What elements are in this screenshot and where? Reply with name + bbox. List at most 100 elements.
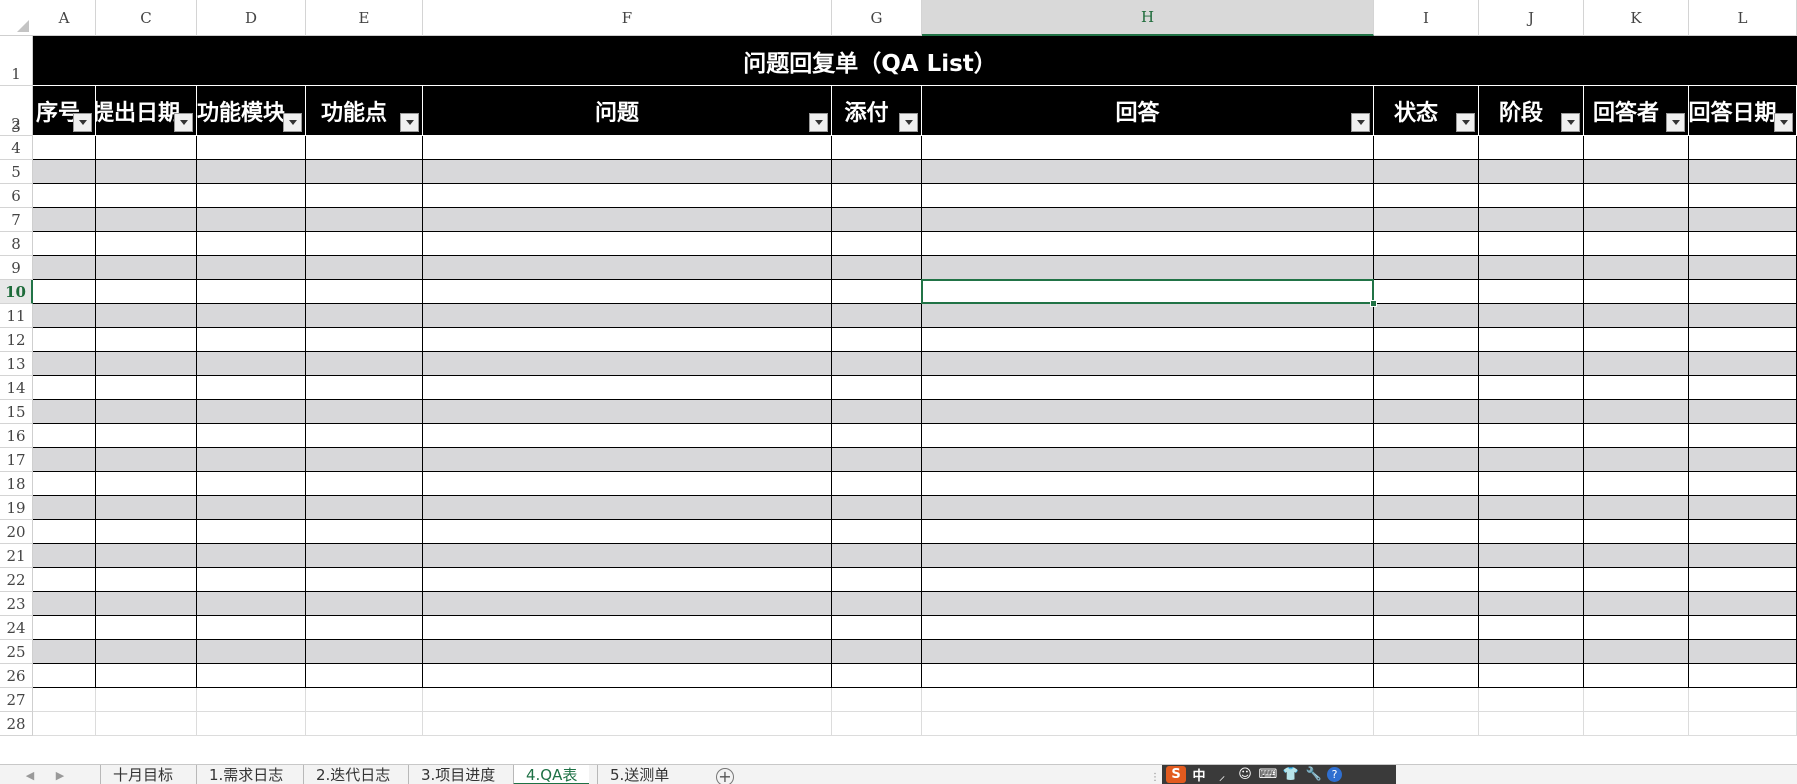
grid-cell[interactable]	[197, 616, 306, 640]
column-header-g[interactable]: G	[832, 0, 922, 36]
grid-cell[interactable]	[922, 688, 1374, 712]
next-sheet-arrow-icon[interactable]: ▶	[52, 767, 68, 783]
grid-cell[interactable]	[922, 256, 1374, 280]
grid-cell[interactable]	[197, 280, 306, 304]
grid-cell[interactable]	[96, 664, 197, 688]
header-cell[interactable]: 回答日期	[1689, 86, 1797, 135]
row-header-14[interactable]: 14	[0, 376, 33, 400]
grid-cell[interactable]	[1374, 208, 1479, 232]
row-header-23[interactable]: 23	[0, 592, 33, 616]
column-header-i[interactable]: I	[1374, 0, 1479, 36]
row-header-22[interactable]: 22	[0, 568, 33, 592]
grid-cell[interactable]	[832, 448, 922, 472]
scroll-split-handle[interactable]: ⋮	[1150, 772, 1160, 783]
grid-cell[interactable]	[1689, 616, 1797, 640]
grid-cell[interactable]	[832, 304, 922, 328]
grid-cell[interactable]	[96, 496, 197, 520]
grid-cell[interactable]	[33, 496, 96, 520]
header-cell[interactable]: 添付	[832, 86, 922, 135]
grid-cell[interactable]	[96, 520, 197, 544]
tools-icon[interactable]: 🔧	[1304, 766, 1324, 783]
grid-cell[interactable]	[423, 640, 832, 664]
row-header-28[interactable]: 28	[0, 712, 33, 736]
emoji-icon[interactable]: ☺	[1235, 766, 1255, 783]
column-header-f[interactable]: F	[423, 0, 832, 36]
filter-dropdown-icon[interactable]	[283, 113, 302, 132]
sheet-tab[interactable]: 2.迭代日志	[303, 765, 402, 784]
grid-cell[interactable]	[922, 616, 1374, 640]
grid-cell[interactable]	[306, 376, 423, 400]
grid-cell[interactable]	[1479, 592, 1584, 616]
grid-cell[interactable]	[922, 712, 1374, 736]
grid-cell[interactable]	[1584, 496, 1689, 520]
grid-cell[interactable]	[33, 304, 96, 328]
grid-cell[interactable]	[922, 136, 1374, 160]
row-header-27[interactable]: 27	[0, 688, 33, 712]
grid-cell[interactable]	[1584, 616, 1689, 640]
grid-cell[interactable]	[922, 544, 1374, 568]
grid-cell[interactable]	[197, 328, 306, 352]
grid-cell[interactable]	[96, 160, 197, 184]
sheet-tab[interactable]: 5.送测单	[597, 765, 681, 784]
grid-cell[interactable]	[423, 520, 832, 544]
sheet-tab[interactable]: 4.QA表	[513, 765, 590, 784]
row-header-12[interactable]: 12	[0, 328, 33, 352]
grid-cell[interactable]	[1374, 304, 1479, 328]
grid-cell[interactable]	[1689, 544, 1797, 568]
grid-cell[interactable]	[1689, 688, 1797, 712]
grid-cell[interactable]	[832, 640, 922, 664]
grid-cell[interactable]	[1374, 616, 1479, 640]
grid-cell[interactable]	[1689, 400, 1797, 424]
grid-cell[interactable]	[1584, 448, 1689, 472]
grid-cell[interactable]	[1584, 280, 1689, 304]
grid-cell[interactable]	[423, 280, 832, 304]
grid-cell[interactable]	[96, 568, 197, 592]
grid-cell[interactable]	[33, 520, 96, 544]
grid-cell[interactable]	[96, 472, 197, 496]
grid-cell[interactable]	[1374, 712, 1479, 736]
grid-cell[interactable]	[197, 544, 306, 568]
grid-cell[interactable]	[922, 448, 1374, 472]
grid-cell[interactable]	[922, 520, 1374, 544]
grid-cell[interactable]	[96, 448, 197, 472]
grid-cell[interactable]	[1584, 568, 1689, 592]
grid-cell[interactable]	[1584, 400, 1689, 424]
grid-cell[interactable]	[96, 592, 197, 616]
grid-cell[interactable]	[423, 568, 832, 592]
grid-cell[interactable]	[1689, 280, 1797, 304]
skin-icon[interactable]: 👕	[1281, 766, 1301, 783]
column-header-d[interactable]: D	[197, 0, 306, 36]
grid-cell[interactable]	[1479, 376, 1584, 400]
filter-dropdown-icon[interactable]	[1666, 113, 1685, 132]
grid-cell[interactable]	[306, 184, 423, 208]
grid-cell[interactable]	[306, 304, 423, 328]
grid-cell[interactable]	[1584, 160, 1689, 184]
grid-cell[interactable]	[832, 400, 922, 424]
filter-dropdown-icon[interactable]	[174, 113, 193, 132]
select-all-corner[interactable]	[0, 0, 33, 36]
row-header-25[interactable]: 25	[0, 640, 33, 664]
grid-cell[interactable]	[1689, 208, 1797, 232]
help-icon[interactable]: ?	[1327, 767, 1342, 782]
grid-cell[interactable]	[423, 232, 832, 256]
header-cell[interactable]: 状态	[1374, 86, 1479, 135]
grid-cell[interactable]	[33, 616, 96, 640]
grid-cell[interactable]	[1479, 328, 1584, 352]
grid-cell[interactable]	[922, 232, 1374, 256]
grid-cell[interactable]	[1374, 328, 1479, 352]
grid-cell[interactable]	[1689, 424, 1797, 448]
grid-cell[interactable]	[96, 616, 197, 640]
grid-cell[interactable]	[1479, 208, 1584, 232]
grid-cell[interactable]	[96, 376, 197, 400]
grid-cell[interactable]	[1479, 616, 1584, 640]
grid-cell[interactable]	[1479, 424, 1584, 448]
header-cell[interactable]: 回答者	[1584, 86, 1689, 135]
row-header-8[interactable]: 8	[0, 232, 33, 256]
grid-cell[interactable]	[1584, 688, 1689, 712]
grid-cell[interactable]	[33, 544, 96, 568]
grid-cell[interactable]	[423, 688, 832, 712]
grid-cell[interactable]	[306, 472, 423, 496]
grid-cell[interactable]	[1584, 664, 1689, 688]
grid-cell[interactable]	[1584, 352, 1689, 376]
grid-cell[interactable]	[1689, 448, 1797, 472]
